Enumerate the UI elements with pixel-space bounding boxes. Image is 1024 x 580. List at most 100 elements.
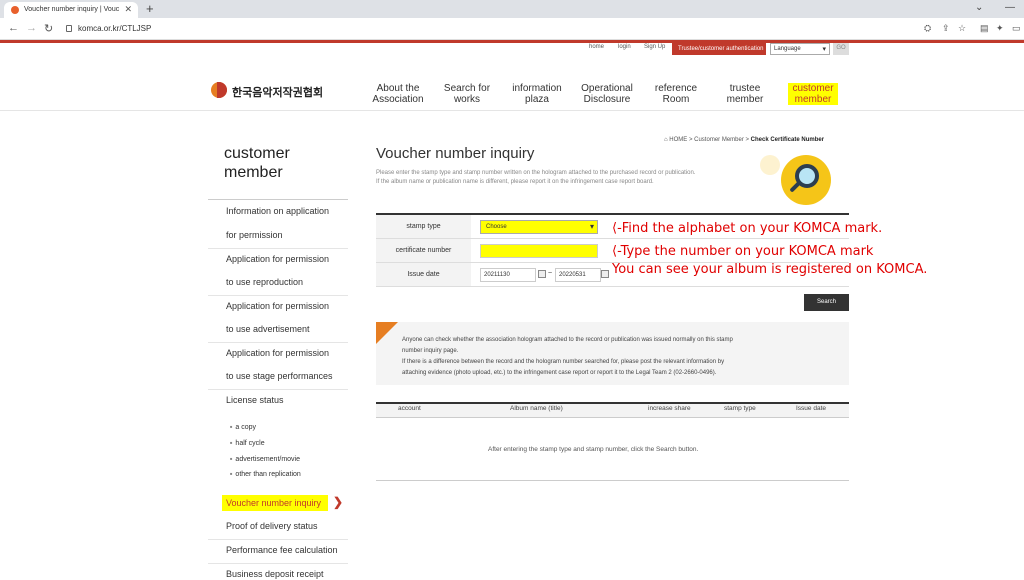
browser-tab[interactable]: Voucher number inquiry | Vouc ✕ bbox=[4, 2, 138, 18]
annotation-certificate: ⟨-Type the number on your KOMCA mark bbox=[612, 244, 874, 259]
sidebar-item-advertisement-2[interactable]: to use advertisement bbox=[208, 318, 348, 343]
language-select[interactable]: Language bbox=[770, 43, 830, 55]
favicon-icon bbox=[11, 6, 19, 14]
nav-label: member bbox=[794, 94, 832, 105]
description-line: If the album name or publication name is… bbox=[376, 179, 654, 185]
nav-label: plaza bbox=[525, 94, 549, 105]
notice-corner-icon bbox=[376, 322, 398, 344]
nav-trustee-member[interactable]: trustee member bbox=[720, 83, 770, 105]
sidebar-title-line: member bbox=[224, 164, 283, 181]
sidebar-item-stage-2[interactable]: to use stage performances bbox=[208, 365, 348, 390]
results-bottom-border bbox=[376, 480, 849, 481]
results-header bbox=[376, 402, 849, 418]
annotation-stamp-type: ⟨-Find the alphabet on your KOMCA mark. bbox=[612, 221, 883, 236]
sidebar-item-voucher-inquiry[interactable]: Voucher number inquiry bbox=[222, 495, 328, 511]
puzzle-icon[interactable]: ✦ bbox=[996, 23, 1004, 34]
search-button[interactable]: Search bbox=[804, 294, 849, 311]
home-link[interactable]: home bbox=[589, 44, 604, 50]
forward-icon[interactable]: → bbox=[26, 22, 37, 34]
nav-information-plaza[interactable]: information plaza bbox=[508, 83, 566, 105]
bookmark-star-icon[interactable]: ☆ bbox=[958, 23, 966, 34]
stamp-type-label: stamp type bbox=[376, 215, 471, 238]
new-tab-icon[interactable]: + bbox=[146, 1, 154, 16]
certificate-number-input[interactable] bbox=[480, 244, 598, 258]
stamp-type-select[interactable]: Choose bbox=[480, 220, 598, 234]
certificate-number-label: certificate number bbox=[376, 239, 471, 262]
nav-customer-member[interactable]: customer member bbox=[788, 83, 838, 105]
reload-icon[interactable]: ↻ bbox=[44, 22, 53, 35]
nav-operational-disclosure[interactable]: Operational Disclosure bbox=[578, 83, 636, 105]
col-issue-date: Issue date bbox=[796, 405, 826, 412]
sub-item-advertisement-movie[interactable]: advertisement/movie bbox=[230, 456, 300, 463]
breadcrumb-current: Check Certificate Number bbox=[750, 137, 825, 143]
logo-text[interactable]: 한국음악저작권협회 bbox=[232, 84, 323, 100]
breadcrumb-home[interactable]: HOME bbox=[669, 137, 687, 143]
back-icon[interactable]: ← bbox=[8, 22, 19, 34]
sub-item-half-cycle[interactable]: half cycle bbox=[230, 440, 264, 447]
nav-label: reference bbox=[654, 83, 698, 94]
chevron-right-icon: ❯ bbox=[333, 495, 344, 509]
header-divider bbox=[0, 110, 1024, 111]
sidebar-item-license-status[interactable]: License status bbox=[208, 389, 348, 413]
notice-line: attaching evidence (photo upload, etc.) … bbox=[402, 370, 717, 376]
nav-label: trustee bbox=[729, 83, 761, 94]
home-icon[interactable]: ⌂ bbox=[664, 137, 668, 143]
decoration-circle bbox=[760, 155, 780, 175]
sub-item-other[interactable]: other than replication bbox=[230, 471, 300, 478]
auth-button[interactable]: Trustee/customer authentication bbox=[672, 43, 766, 55]
nav-label: Operational bbox=[581, 83, 633, 94]
login-link[interactable]: login bbox=[618, 44, 631, 50]
magnifier-handle bbox=[789, 181, 801, 193]
notice-line: If there is a difference between the rec… bbox=[402, 359, 725, 365]
nav-label: Association bbox=[372, 94, 424, 105]
nav-label: works bbox=[453, 94, 481, 105]
nav-label: member bbox=[726, 94, 764, 105]
date-from-input[interactable]: 20211130 bbox=[480, 268, 536, 282]
nav-label: Room bbox=[662, 94, 690, 105]
tab-title: Voucher number inquiry | Vouc bbox=[24, 6, 120, 13]
sidebar-item-delivery-proof[interactable]: Proof of delivery status bbox=[208, 515, 348, 540]
close-tab-icon[interactable]: ✕ bbox=[124, 4, 132, 15]
sidebar-item-reproduction[interactable]: Application for permission bbox=[208, 248, 348, 272]
lock-icon bbox=[66, 25, 72, 32]
address-bar: ← → ↻ komca.or.kr/CTLJSP ⛭ ⇪ ☆ ▤ ✦ ▭ bbox=[0, 18, 1024, 40]
signup-link[interactable]: Sign Up bbox=[644, 44, 665, 50]
calendar-icon[interactable] bbox=[538, 270, 546, 278]
nav-label: Search for bbox=[443, 83, 491, 94]
sidebar-item-application-info-2[interactable]: for permission bbox=[208, 224, 348, 249]
sub-item-copy[interactable]: a copy bbox=[230, 424, 256, 431]
nav-search-works[interactable]: Search for works bbox=[440, 83, 494, 105]
url-field[interactable]: komca.or.kr/CTLJSP bbox=[78, 24, 151, 33]
tab-search-icon[interactable]: ⌄ bbox=[975, 2, 983, 13]
sidepanel-icon[interactable]: ▭ bbox=[1012, 23, 1021, 34]
nav-label: Disclosure bbox=[583, 94, 631, 105]
calendar-icon[interactable] bbox=[601, 270, 609, 278]
breadcrumb-mid[interactable]: Customer Member bbox=[694, 137, 744, 143]
description-line: Please enter the stamp type and stamp nu… bbox=[376, 170, 696, 176]
translate-icon[interactable]: ⛭ bbox=[924, 23, 931, 34]
sidebar-item-application-info[interactable]: Information on application bbox=[208, 200, 348, 224]
komca-logo-icon[interactable] bbox=[211, 82, 227, 98]
minimize-icon[interactable]: — bbox=[1005, 2, 1015, 13]
nav-about[interactable]: About the Association bbox=[372, 83, 424, 105]
issue-date-label: Issue date bbox=[376, 263, 471, 286]
date-to-input[interactable]: 20220531 bbox=[555, 268, 601, 282]
nav-label: information bbox=[512, 83, 562, 94]
go-button[interactable]: GO bbox=[833, 43, 849, 55]
col-stamp-type: stamp type bbox=[724, 405, 756, 412]
sidebar-item-advertisement[interactable]: Application for permission bbox=[208, 295, 348, 319]
sidebar-item-fee-calculation[interactable]: Performance fee calculation bbox=[208, 539, 348, 564]
date-range-separator: ~ bbox=[548, 270, 553, 277]
page-title: Voucher number inquiry bbox=[376, 145, 535, 162]
extension-icon[interactable]: ▤ bbox=[980, 23, 989, 34]
sidebar-title: customer member bbox=[224, 144, 290, 182]
sidebar-item-reproduction-2[interactable]: to use reproduction bbox=[208, 271, 348, 296]
sidebar-title-line: customer bbox=[224, 145, 290, 162]
results-empty-message: After entering the stamp type and stamp … bbox=[488, 446, 699, 453]
site-top-border bbox=[0, 40, 1024, 43]
sidebar-item-stage[interactable]: Application for permission bbox=[208, 342, 348, 366]
sidebar-item-deposit-receipt[interactable]: Business deposit receipt bbox=[208, 563, 348, 580]
nav-reference-room[interactable]: reference Room bbox=[650, 83, 702, 105]
share-icon[interactable]: ⇪ bbox=[942, 23, 950, 34]
magnifier-icon bbox=[781, 155, 831, 205]
